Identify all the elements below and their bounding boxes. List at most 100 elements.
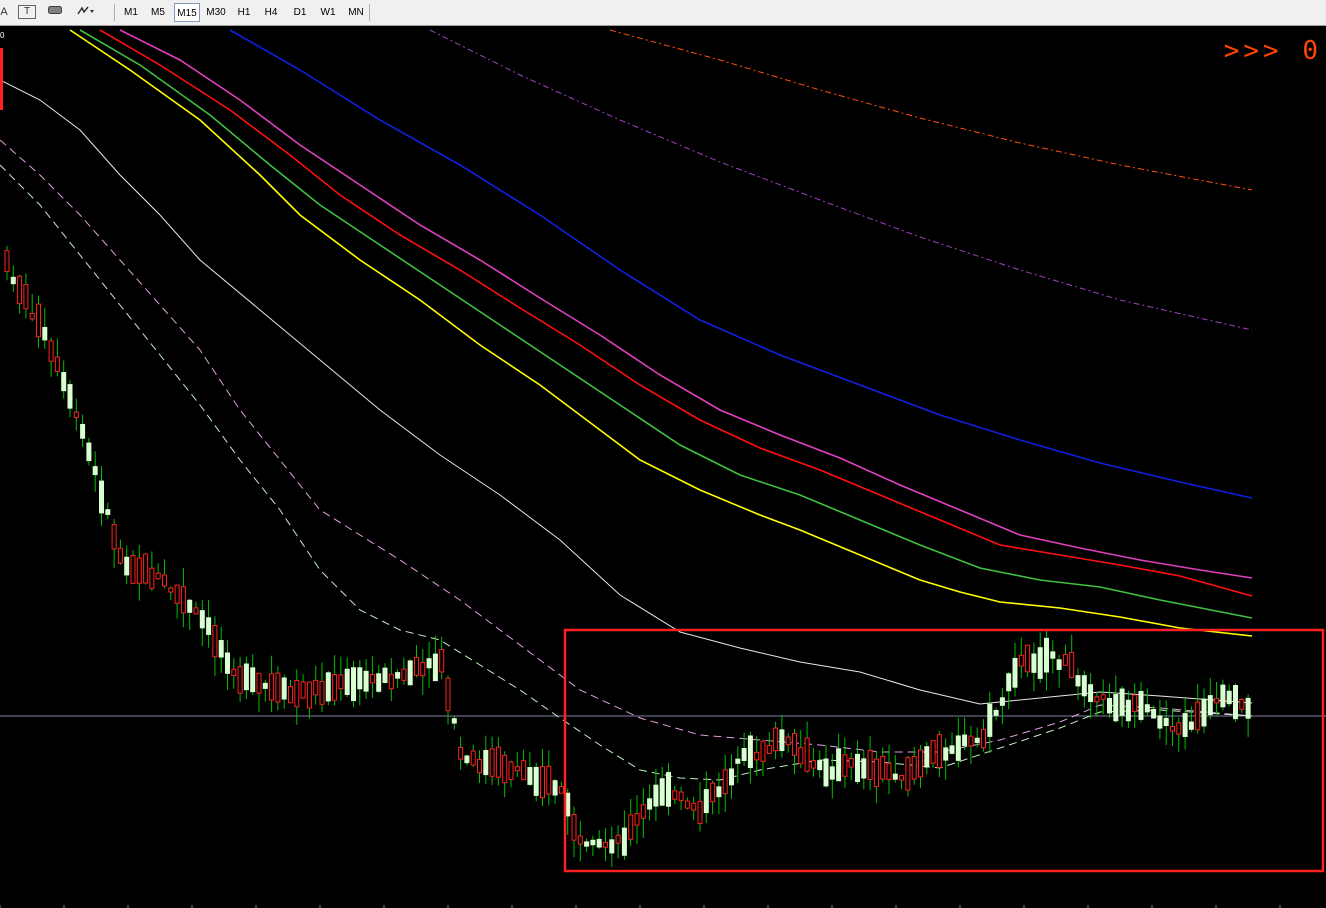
candle-body [615, 834, 621, 844]
label-shape-icon [48, 6, 62, 14]
candle-body [955, 735, 961, 761]
candle-body [729, 768, 734, 786]
candle-body [483, 749, 489, 776]
candle-body [716, 786, 722, 798]
candle-body [697, 800, 703, 824]
candle-body [61, 372, 67, 392]
timeframe-mn-button[interactable]: MN [344, 3, 368, 22]
candle-body [936, 734, 942, 768]
candle-body [300, 681, 306, 699]
candle-body [332, 674, 338, 701]
orange-dashdot-line [609, 29, 1253, 191]
candle-body [250, 667, 256, 693]
candle-body [10, 276, 16, 285]
candle-body [722, 769, 728, 795]
candle-body [445, 677, 451, 712]
candle-body [143, 553, 149, 584]
candle-body [999, 697, 1005, 706]
left-edge-marker [0, 48, 3, 110]
candle-body [1100, 694, 1106, 700]
candle-body [414, 657, 419, 676]
candle-body [1132, 694, 1138, 713]
timeframe-m30-button[interactable]: M30 [203, 3, 229, 22]
candle-body [363, 670, 369, 692]
candle-body [741, 748, 747, 761]
candle-body [193, 607, 199, 615]
candle-body [281, 677, 287, 700]
candle-body [514, 766, 520, 772]
candle-body [993, 709, 999, 716]
font-a-icon[interactable]: A [0, 5, 8, 19]
candle-body [1245, 697, 1251, 719]
candle-body [288, 686, 293, 704]
text-tool-icon[interactable]: T [18, 5, 36, 19]
timeframe-h1-button[interactable]: H1 [233, 3, 255, 22]
chart-canvas[interactable] [0, 27, 1326, 908]
timeframe-w1-button[interactable]: W1 [316, 3, 340, 22]
candle-body [451, 718, 457, 724]
timeframe-m5-button[interactable]: M5 [146, 3, 170, 22]
candle-body [653, 784, 659, 807]
arrows-tool-icon[interactable] [76, 5, 94, 19]
timeframe-m1-button[interactable]: M1 [120, 3, 142, 22]
candle-body [206, 617, 212, 635]
label-tool-icon[interactable] [48, 5, 62, 19]
timeframe-h4-button[interactable]: H4 [259, 3, 283, 22]
candle-body [785, 736, 791, 746]
price-chart[interactable] [0, 27, 1326, 908]
candle-body [357, 667, 363, 690]
candle-body [369, 674, 375, 684]
candle-body [256, 672, 262, 694]
candle-body [1188, 721, 1194, 730]
candle-body [36, 303, 41, 338]
timeframe-m15-button[interactable]: M15 [174, 3, 200, 22]
candle-body [754, 751, 760, 761]
chart-toolbar: A T M1 M5 M15 M30 H1 H4 D1 W1 MN [0, 0, 1326, 26]
candle-body [924, 746, 930, 768]
candle-body [1006, 673, 1012, 692]
candle-body [873, 758, 879, 788]
candle-body [162, 574, 167, 587]
candle-body [1151, 708, 1157, 719]
candle-body [773, 727, 779, 752]
candle-body [17, 275, 23, 305]
candle-body [930, 740, 936, 764]
candle-body [1239, 698, 1245, 710]
candle-body [678, 791, 684, 801]
candle-body [1214, 698, 1220, 704]
candle-body [1113, 694, 1119, 722]
candle-body [621, 827, 627, 856]
candle-body [4, 250, 10, 273]
candle-body [1069, 651, 1075, 678]
candle-body [395, 672, 401, 679]
candle-body [1226, 690, 1232, 705]
ma-lightgreen-dashed-line [0, 164, 1253, 781]
candle-body [810, 760, 816, 769]
candle-body [974, 737, 980, 743]
timeframe-d1-button[interactable]: D1 [288, 3, 312, 22]
candle-body [981, 728, 986, 749]
candle-body [577, 835, 583, 845]
candle-body [949, 745, 955, 754]
candle-body [1012, 657, 1018, 688]
candle-body [1107, 697, 1112, 714]
candle-body [508, 761, 514, 781]
candle-body [546, 765, 552, 795]
candle-body [823, 758, 829, 787]
candle-body [943, 747, 949, 761]
candle-body [1037, 647, 1043, 679]
candle-body [565, 792, 571, 817]
candle-body [968, 735, 974, 747]
candle-body [1144, 704, 1150, 713]
candle-body [1163, 717, 1169, 727]
candle-body [1031, 653, 1037, 673]
candle-body [710, 782, 716, 803]
candle-body [571, 813, 577, 841]
candle-body [804, 737, 810, 772]
candle-body [470, 750, 476, 766]
candle-body [426, 658, 432, 669]
candle-body [798, 747, 804, 765]
candle-body [1170, 726, 1175, 732]
candle-body [1182, 713, 1188, 737]
candle-body [1094, 696, 1100, 703]
